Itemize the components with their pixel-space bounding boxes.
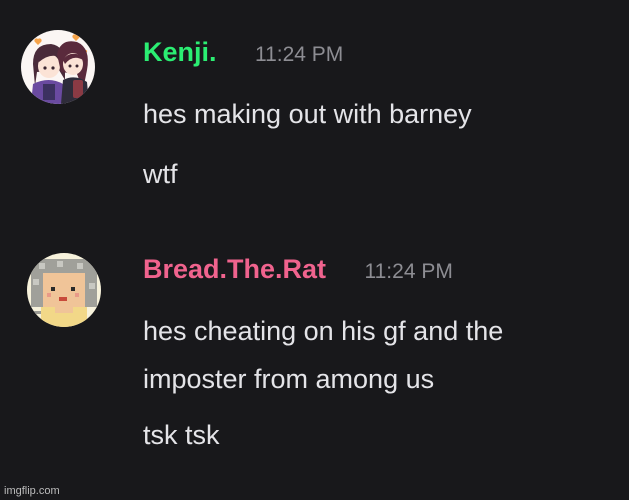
timestamp-bread-the-rat: 11:24 PM xyxy=(364,260,453,283)
timestamp-kenji: 11:24 PM xyxy=(254,43,344,66)
message-text: imposter from among us xyxy=(143,364,435,394)
username-kenji[interactable]: Kenji. xyxy=(143,37,217,68)
message-text: wtf xyxy=(143,159,178,189)
imgflip-watermark: imgflip.com xyxy=(4,485,60,497)
username-bread-the-rat[interactable]: Bread.The.Rat xyxy=(143,254,326,285)
chat-message-list: Kenji. 11:24 PM hes making out with barn… xyxy=(0,0,629,500)
message-text: hes making out with barney xyxy=(143,99,472,129)
user-avatar-bread-the-rat[interactable] xyxy=(27,253,101,327)
user-avatar-kenji[interactable] xyxy=(21,30,95,104)
anime-couple-avatar-icon xyxy=(21,30,95,104)
message-header-kenji: Kenji. 11:24 PM xyxy=(143,37,343,68)
pixel-art-character-avatar-icon xyxy=(27,253,101,327)
message-text: hes cheating on his gf and the xyxy=(143,316,504,346)
message-text: tsk tsk xyxy=(143,420,220,450)
message-header-bread-the-rat: Bread.The.Rat 11:24 PM xyxy=(143,254,453,285)
